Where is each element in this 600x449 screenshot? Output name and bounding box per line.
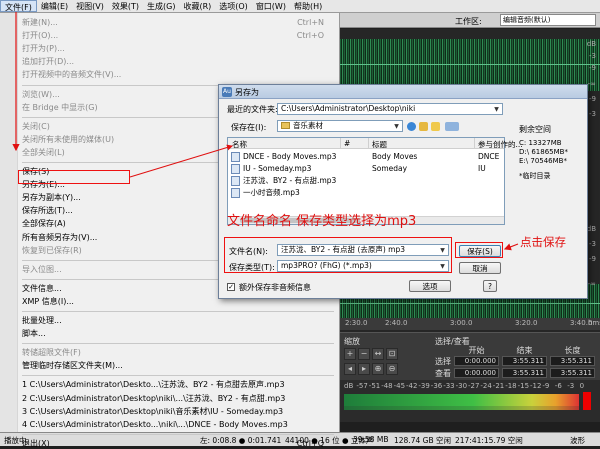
annotation-arrows <box>12 12 519 251</box>
arrow-to-dialog <box>129 144 233 178</box>
arrow-to-save <box>503 243 519 251</box>
